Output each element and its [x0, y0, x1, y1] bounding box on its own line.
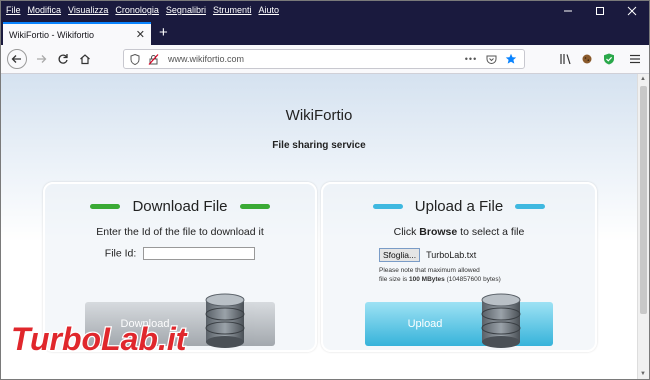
- menu-button[interactable]: [625, 49, 645, 69]
- library-button[interactable]: [555, 49, 575, 69]
- extension-cookie-button[interactable]: [577, 49, 597, 69]
- navigation-bar: www.wikifortio.com •••: [1, 45, 649, 74]
- url-text: www.wikifortio.com: [168, 54, 245, 64]
- arrow-left-icon: [11, 55, 21, 63]
- svg-text:TurboLab.it: TurboLab.it: [11, 321, 188, 357]
- insecure-lock-icon[interactable]: [146, 52, 160, 66]
- menu-modifica[interactable]: Modifica: [28, 5, 62, 15]
- maximize-icon: [596, 7, 604, 15]
- pocket-icon[interactable]: [484, 52, 498, 66]
- menu-file[interactable]: File: [6, 5, 21, 15]
- size-note-pre: file size is: [379, 276, 408, 283]
- address-bar[interactable]: www.wikifortio.com •••: [123, 49, 525, 69]
- size-note-post: (104857600 bytes): [446, 276, 501, 283]
- menu-aiuto[interactable]: Aiuto: [258, 5, 279, 15]
- minimize-button[interactable]: [553, 1, 583, 21]
- library-icon: [559, 54, 571, 65]
- bookmark-star-icon[interactable]: [504, 52, 518, 66]
- back-button[interactable]: [7, 49, 27, 69]
- scroll-down-icon[interactable]: ▼: [640, 371, 646, 377]
- upload-instruction-pre: Click: [393, 226, 417, 238]
- forward-button[interactable]: [31, 49, 51, 69]
- vertical-scrollbar[interactable]: ▲ ▼: [637, 74, 649, 379]
- cookie-icon: [582, 54, 592, 64]
- shield-icon[interactable]: [128, 52, 142, 66]
- upload-instruction: Click Browse to select a file: [323, 226, 595, 238]
- file-id-input[interactable]: [143, 247, 256, 260]
- upload-instruction-bold: Browse: [419, 226, 458, 238]
- size-note-line1: Please note that maximum allowed: [379, 267, 480, 274]
- size-note-bold: 100 MBytes: [409, 276, 445, 283]
- green-shield-icon: [604, 53, 614, 65]
- hamburger-icon: [630, 54, 640, 64]
- turbolab-watermark-logo: TurboLab.it: [10, 320, 189, 359]
- close-icon: [627, 6, 637, 16]
- browser-window: File Modifica Visualizza Cronologia Segn…: [0, 0, 650, 380]
- extension-shield-button[interactable]: [599, 49, 619, 69]
- download-title: Download File: [132, 198, 228, 215]
- maximize-button[interactable]: [585, 1, 615, 21]
- file-id-row: File Id:: [45, 247, 315, 260]
- selected-file-name: TurboLab.txt: [426, 250, 477, 260]
- database-icon: [481, 293, 521, 348]
- upload-button-label: Upload: [407, 318, 443, 330]
- minimize-icon: [564, 10, 572, 12]
- size-note-line2: file size is 100 MBytes (104857600 bytes…: [379, 276, 501, 283]
- menu-segnalibri[interactable]: Segnalibri: [166, 5, 206, 15]
- green-dash: [239, 204, 270, 209]
- reload-icon: [58, 54, 68, 64]
- site-title: WikiFortio: [285, 107, 353, 124]
- scroll-up-icon[interactable]: ▲: [640, 76, 646, 82]
- close-window-button[interactable]: [617, 1, 647, 21]
- home-button[interactable]: [75, 49, 95, 69]
- menu-cronologia[interactable]: Cronologia: [115, 5, 159, 15]
- browse-row: Sfoglia... TurboLab.txt: [379, 248, 476, 262]
- browse-button[interactable]: Sfoglia...: [379, 248, 421, 262]
- menu-visualizza[interactable]: Visualizza: [68, 5, 108, 15]
- upload-button[interactable]: Upload: [365, 302, 553, 346]
- menu-bar: File Modifica Visualizza Cronologia Segn…: [6, 5, 279, 15]
- blue-dash: [515, 204, 546, 209]
- page-actions-icon[interactable]: •••: [464, 52, 478, 66]
- upload-instruction-post: to select a file: [460, 226, 525, 238]
- blue-dash: [372, 204, 403, 209]
- arrow-right-icon: [37, 55, 47, 63]
- tab-wikifortio[interactable]: WikiFortio - Wikifortio ✕: [3, 22, 151, 45]
- home-icon: [80, 54, 90, 65]
- new-tab-icon[interactable]: +: [159, 24, 168, 41]
- tab-close-icon[interactable]: ✕: [136, 28, 145, 41]
- title-bar: File Modifica Visualizza Cronologia Segn…: [1, 1, 649, 21]
- download-instruction: Enter the Id of the file to download it: [96, 226, 264, 238]
- scrollbar-thumb[interactable]: [640, 86, 647, 314]
- menu-strumenti[interactable]: Strumenti: [213, 5, 252, 15]
- reload-button[interactable]: [53, 49, 73, 69]
- green-dash: [90, 204, 121, 209]
- upload-panel: Upload a File Click Browse to select a f…: [321, 182, 597, 352]
- tab-strip: WikiFortio - Wikifortio ✕ +: [1, 21, 649, 45]
- upload-header: Upload a File: [323, 198, 595, 215]
- file-id-label: File Id:: [104, 247, 137, 260]
- upload-title: Upload a File: [414, 198, 504, 215]
- site-subtitle: File sharing service: [272, 140, 366, 151]
- tab-title: WikiFortio - Wikifortio: [9, 30, 94, 40]
- download-header: Download File: [45, 198, 315, 215]
